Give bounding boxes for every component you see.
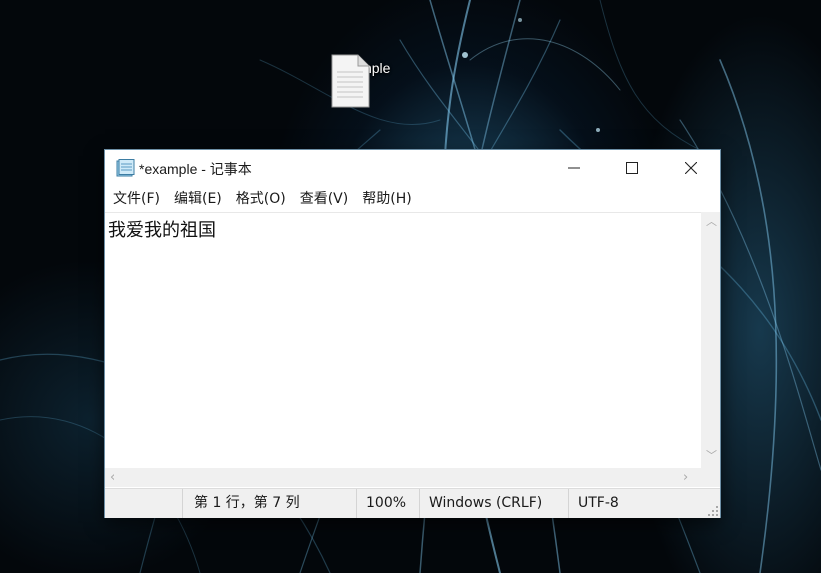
- menu-format[interactable]: 格式(O): [229, 186, 293, 212]
- scroll-left-icon[interactable]: ‹: [110, 471, 115, 484]
- menu-help[interactable]: 帮助(H): [355, 186, 418, 212]
- status-line-ending: Windows (CRLF): [419, 489, 569, 518]
- scrollbar-corner: [701, 468, 720, 487]
- notepad-window: *example - 记事本 文件(F) 编辑(E) 格式(O) 查看(V) 帮…: [105, 150, 720, 518]
- desktop-file-example[interactable]: example: [330, 54, 398, 140]
- status-bar: 第 1 行，第 7 列 100% Windows (CRLF) UTF-8: [105, 488, 720, 518]
- notepad-icon: [116, 159, 135, 177]
- title-bar[interactable]: *example - 记事本: [105, 150, 720, 186]
- text-file-icon: [331, 54, 370, 108]
- horizontal-scrollbar[interactable]: ‹ ›: [105, 468, 701, 487]
- scroll-right-icon[interactable]: ›: [683, 471, 688, 484]
- close-button[interactable]: [662, 150, 720, 186]
- maximize-icon: [626, 162, 638, 174]
- menu-edit[interactable]: 编辑(E): [167, 186, 229, 212]
- scroll-up-icon[interactable]: ︿: [706, 216, 717, 227]
- editor-content: 我爱我的祖国: [108, 220, 216, 241]
- minimize-button[interactable]: [545, 150, 603, 186]
- menu-view[interactable]: 查看(V): [293, 186, 356, 212]
- window-title: *example - 记事本: [139, 161, 252, 177]
- vertical-scrollbar[interactable]: ︿ ﹀: [701, 212, 720, 468]
- status-zoom: 100%: [356, 489, 420, 518]
- close-icon: [685, 162, 697, 174]
- minimize-icon: [568, 167, 580, 169]
- menu-bar: 文件(F) 编辑(E) 格式(O) 查看(V) 帮助(H): [105, 186, 720, 212]
- scroll-down-icon[interactable]: ﹀: [706, 450, 717, 461]
- text-editor-area[interactable]: 我爱我的祖国: [105, 212, 701, 469]
- maximize-button[interactable]: [603, 150, 661, 186]
- resize-grip-icon[interactable]: [707, 505, 719, 517]
- status-encoding: UTF-8: [568, 489, 698, 518]
- menu-file[interactable]: 文件(F): [106, 186, 167, 212]
- status-cursor-position: 第 1 行，第 7 列: [182, 489, 357, 518]
